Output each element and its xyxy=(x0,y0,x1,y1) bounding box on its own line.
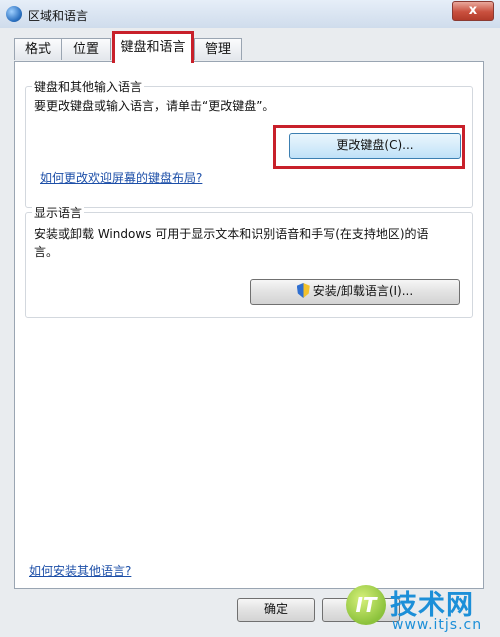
display-description-line-2: 言。 xyxy=(34,245,59,259)
tab-keyboard-language[interactable]: 键盘和语言 xyxy=(112,31,194,63)
globe-icon xyxy=(6,6,22,22)
close-button[interactable]: x xyxy=(452,1,494,21)
keyboard-group-title: 键盘和其他输入语言 xyxy=(32,78,145,95)
change-keyboard-highlight xyxy=(273,125,465,169)
change-welcome-keyboard-link[interactable]: 如何更改欢迎屏幕的键盘布局? xyxy=(40,169,202,186)
tab-administrative[interactable]: 管理 xyxy=(194,38,242,60)
watermark-url: www.itjs.cn xyxy=(392,617,483,633)
window-title: 区域和语言 xyxy=(28,9,89,23)
install-language-label: 安装/卸载语言(I)... xyxy=(312,284,414,298)
ok-button[interactable]: 确定 xyxy=(237,598,315,622)
tab-panel: 键盘和其他输入语言 要更改键盘或输入语言，请单击“更改键盘”。 更改键盘(C).… xyxy=(14,61,484,589)
shield-icon xyxy=(296,283,310,298)
tab-strip: 格式 位置 键盘和语言 管理 xyxy=(0,28,500,63)
install-language-button[interactable]: 安装/卸载语言(I)... xyxy=(250,279,460,305)
watermark-logo: IT xyxy=(346,585,386,625)
install-languages-link[interactable]: 如何安装其他语言? xyxy=(29,562,131,579)
display-description-line-1: 安装或卸载 Windows 可用于显示文本和识别语音和手写(在支持地区)的语 xyxy=(34,227,429,241)
keyboard-description: 要更改键盘或输入语言，请单击“更改键盘”。 xyxy=(34,99,275,113)
display-group-title: 显示语言 xyxy=(32,204,85,221)
watermark: IT 技术网 www.itjs.cn xyxy=(340,575,500,637)
tab-location[interactable]: 位置 xyxy=(61,38,111,60)
title-bar: 区域和语言 x xyxy=(0,0,500,29)
tab-format[interactable]: 格式 xyxy=(14,38,62,60)
display-language-group: 显示语言 安装或卸载 Windows 可用于显示文本和识别语音和手写(在支持地区… xyxy=(25,204,473,318)
